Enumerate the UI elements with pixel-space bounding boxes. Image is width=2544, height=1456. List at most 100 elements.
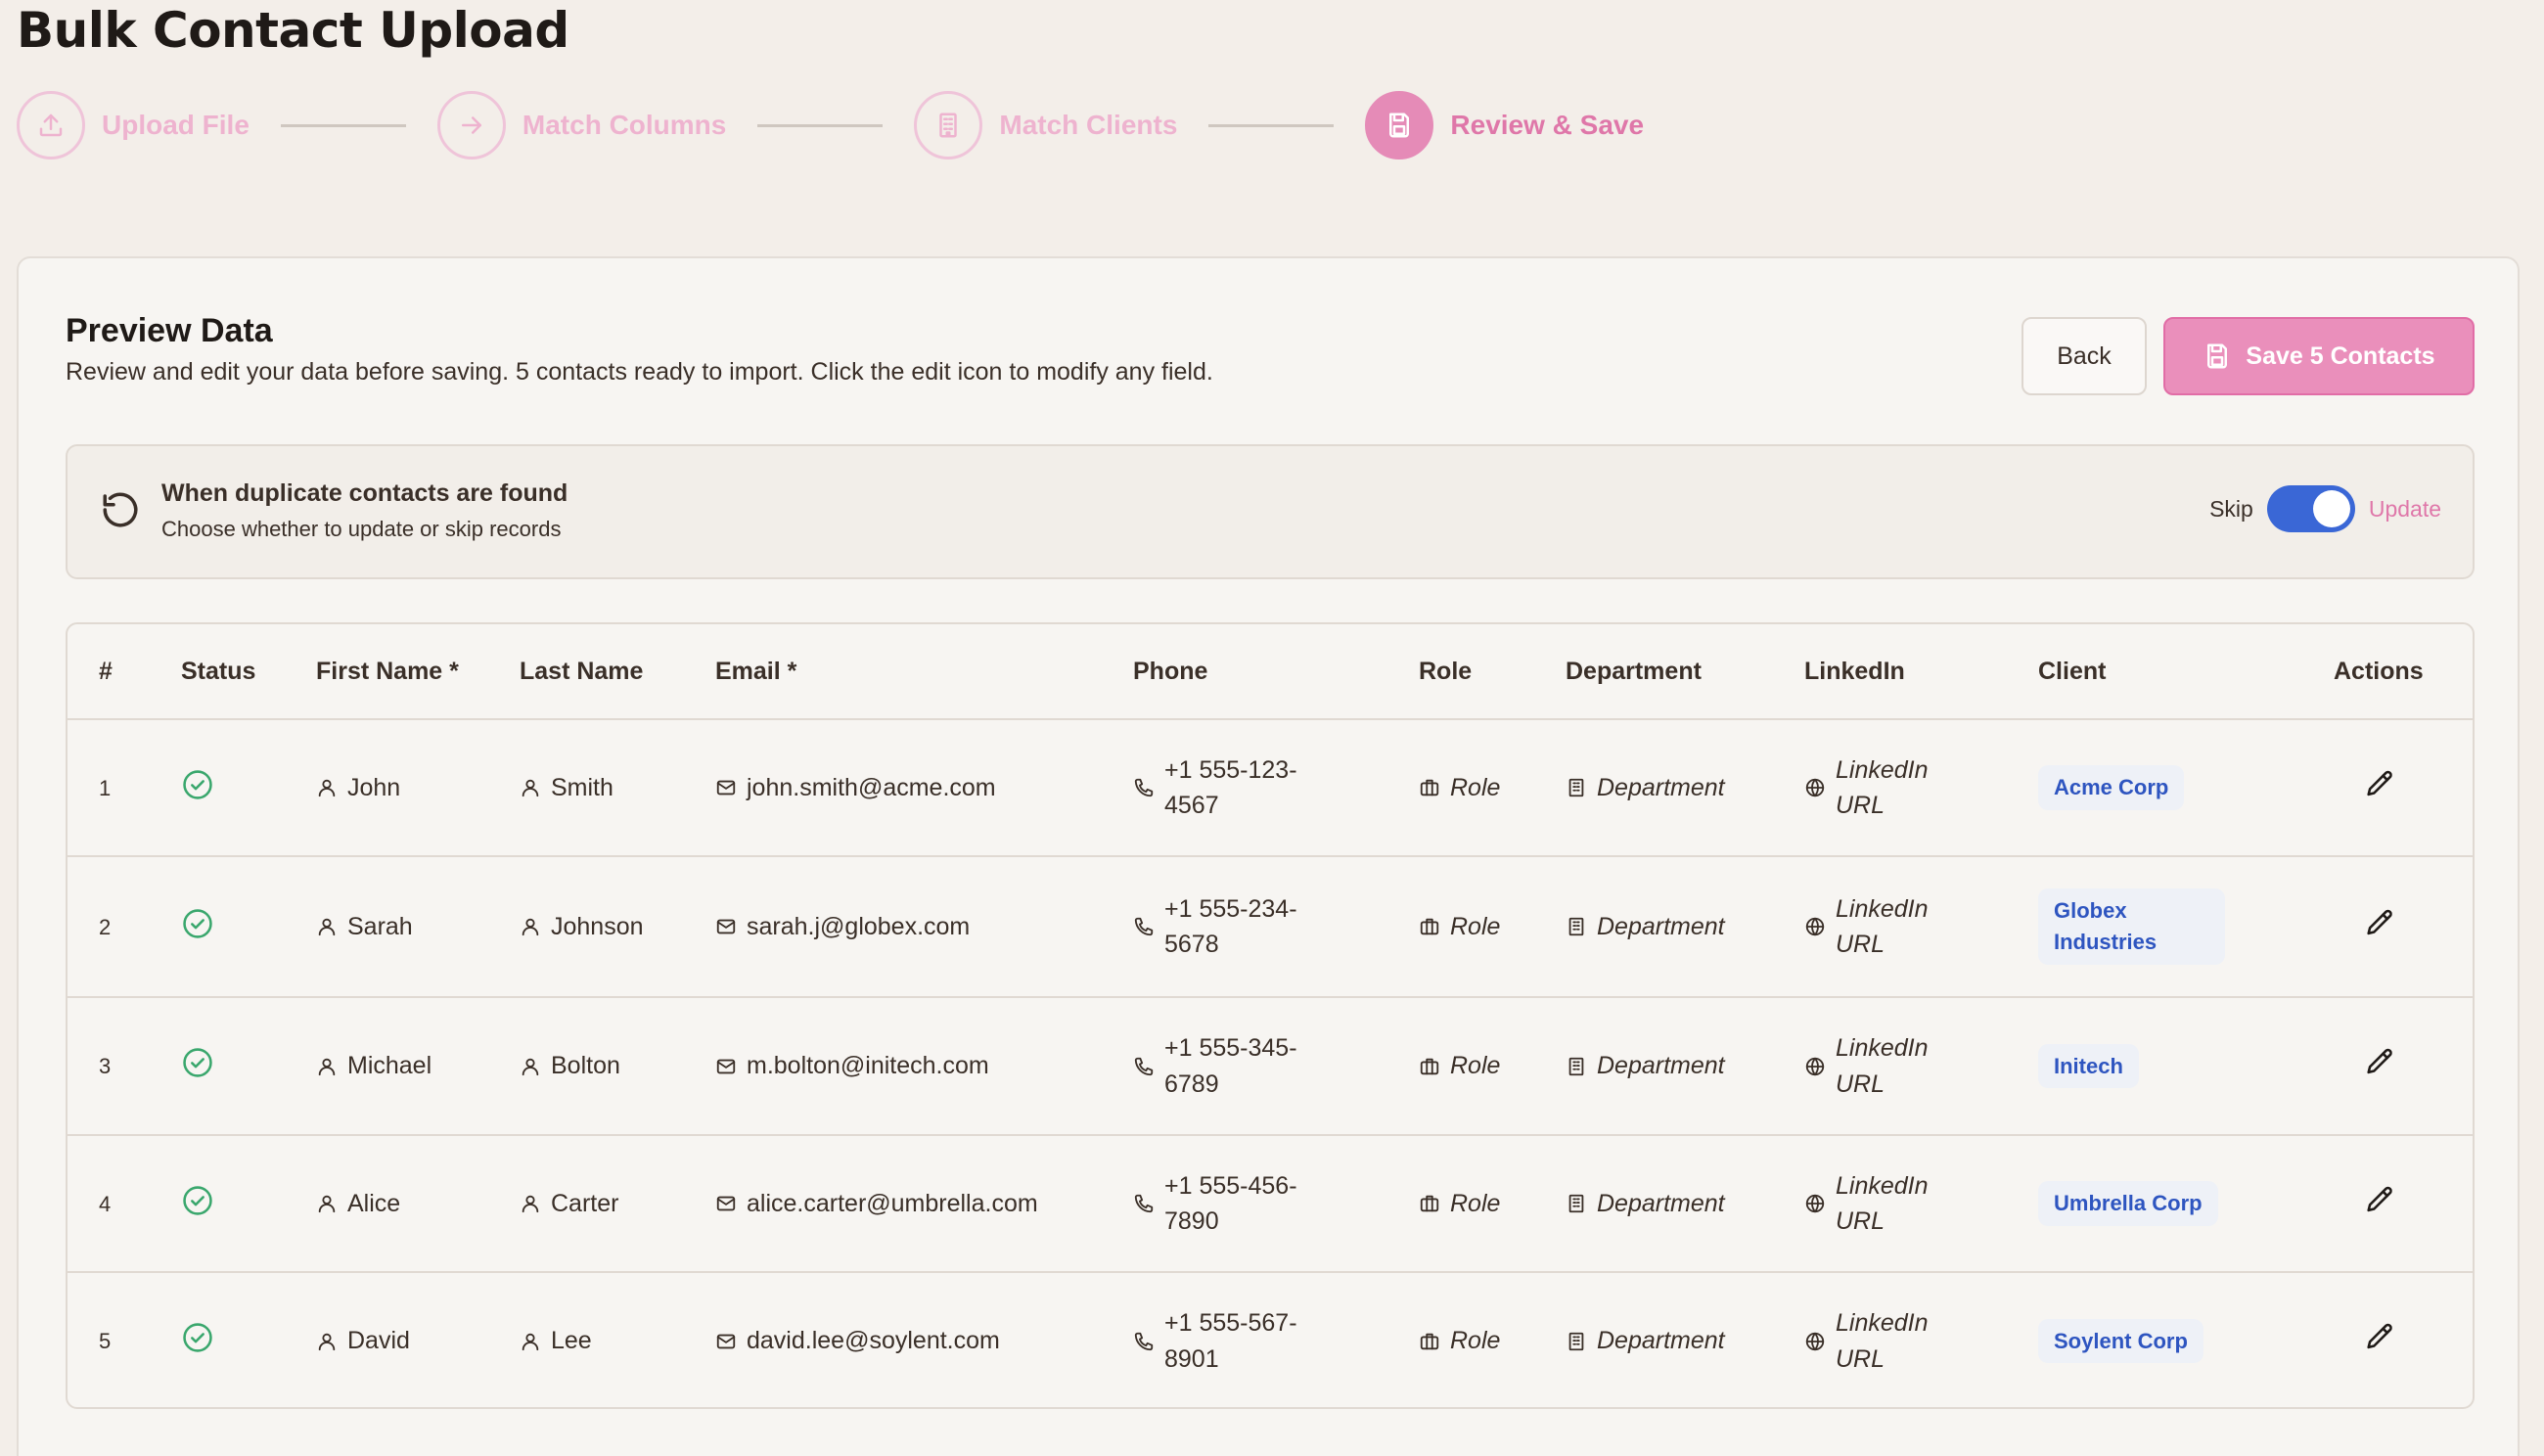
phone-value[interactable]: +1 555-234- 5678 — [1164, 891, 1297, 963]
page-title: Bulk Contact Upload — [17, 2, 569, 59]
email-value[interactable]: sarah.j@globex.com — [747, 913, 970, 941]
col-header-actions: Actions — [2306, 624, 2473, 720]
col-header-client: Client — [2034, 624, 2306, 720]
building-icon — [914, 91, 983, 159]
linkedin-value[interactable]: LinkedIn URL — [1836, 891, 1929, 963]
user-icon — [522, 1058, 539, 1075]
client-badge[interactable]: Soylent Corp — [2038, 1318, 2203, 1364]
mail-icon — [716, 1196, 736, 1211]
duplicate-subtitle: Choose whether to update or skip records — [161, 517, 562, 541]
table-row: 1 John Smith john.smith@acme.com +1 555-… — [68, 719, 2473, 857]
upload-icon — [17, 91, 85, 159]
table-row: 3 Michael Bolton m.bolton@initech.com +1… — [68, 997, 2473, 1136]
step-match-clients[interactable]: Match Clients — [914, 91, 1177, 159]
client-badge[interactable]: Umbrella Corp — [2038, 1181, 2218, 1226]
step-label: Match Columns — [522, 110, 727, 140]
phone-icon — [1134, 1194, 1154, 1213]
col-header-status: Status — [173, 624, 312, 720]
first-name-value[interactable]: Sarah — [347, 913, 413, 941]
email-value[interactable]: m.bolton@initech.com — [747, 1052, 989, 1080]
col-header-linkedin: LinkedIn — [1800, 624, 2034, 720]
preview-description: Review and edit your data before saving.… — [66, 358, 1213, 386]
user-icon — [522, 779, 539, 797]
linkedin-value[interactable]: LinkedIn URL — [1836, 1305, 1929, 1377]
building-icon — [1568, 917, 1584, 936]
pencil-icon[interactable] — [2363, 1184, 2396, 1217]
skip-label: Skip — [2209, 495, 2253, 522]
check-circle-icon — [183, 769, 212, 799]
step-connector — [280, 123, 406, 127]
pencil-icon[interactable] — [2363, 907, 2396, 940]
step-match-columns[interactable]: Match Columns — [436, 91, 727, 159]
step-label: Upload File — [102, 110, 250, 140]
user-icon — [522, 1333, 539, 1350]
role-value[interactable]: Role — [1450, 1190, 1500, 1218]
table-row: 4 Alice Carter alice.carter@umbrella.com… — [68, 1135, 2473, 1273]
first-name-value[interactable]: Michael — [347, 1052, 432, 1080]
email-value[interactable]: alice.carter@umbrella.com — [747, 1190, 1038, 1218]
back-button-label: Back — [2057, 341, 2112, 370]
row-number: 1 — [99, 775, 112, 800]
update-label: Update — [2368, 495, 2441, 522]
first-name-value[interactable]: David — [347, 1327, 410, 1355]
globe-icon — [1805, 1194, 1825, 1213]
last-name-value[interactable]: Lee — [551, 1327, 592, 1355]
toggle-knob — [2312, 490, 2350, 527]
user-icon — [318, 918, 336, 936]
save-icon — [1365, 91, 1434, 159]
department-value[interactable]: Department — [1597, 913, 1725, 941]
pencil-icon[interactable] — [2363, 1046, 2396, 1079]
step-review-save[interactable]: Review & Save — [1365, 91, 1644, 159]
last-name-value[interactable]: Bolton — [551, 1052, 620, 1080]
contacts-table: # Status First Name * Last Name Email * … — [66, 622, 2475, 1409]
user-icon — [318, 1333, 336, 1350]
globe-icon — [1805, 1332, 1825, 1350]
col-header-last-name: Last Name — [518, 624, 713, 720]
globe-icon — [1805, 917, 1825, 936]
email-value[interactable]: john.smith@acme.com — [747, 774, 996, 802]
duplicate-title: When duplicate contacts are found — [161, 479, 568, 507]
email-value[interactable]: david.lee@soylent.com — [747, 1327, 1000, 1355]
department-value[interactable]: Department — [1597, 1052, 1725, 1080]
last-name-value[interactable]: Smith — [551, 774, 613, 802]
step-upload-file[interactable]: Upload File — [17, 91, 250, 159]
client-badge[interactable]: Initech — [2038, 1043, 2139, 1089]
pencil-icon[interactable] — [2363, 768, 2396, 801]
client-badge[interactable]: Acme Corp — [2038, 765, 2185, 810]
first-name-value[interactable]: John — [347, 774, 400, 802]
department-value[interactable]: Department — [1597, 1190, 1725, 1218]
role-value[interactable]: Role — [1450, 774, 1500, 802]
last-name-value[interactable]: Johnson — [551, 913, 644, 941]
phone-value[interactable]: +1 555-345- 6789 — [1164, 1030, 1297, 1102]
save-contacts-button[interactable]: Save 5 Contacts — [2163, 317, 2475, 395]
pencil-icon[interactable] — [2363, 1321, 2396, 1354]
role-value[interactable]: Role — [1450, 913, 1500, 941]
row-number: 3 — [99, 1054, 112, 1078]
globe-icon — [1805, 1057, 1825, 1075]
save-icon — [2207, 343, 2228, 369]
phone-value[interactable]: +1 555-456- 7890 — [1164, 1168, 1297, 1240]
step-connector — [757, 123, 884, 127]
linkedin-value[interactable]: LinkedIn URL — [1836, 1168, 1929, 1240]
first-name-value[interactable]: Alice — [347, 1190, 400, 1218]
last-name-value[interactable]: Carter — [551, 1190, 618, 1218]
table-header-row: # Status First Name * Last Name Email * … — [68, 624, 2473, 720]
department-value[interactable]: Department — [1597, 774, 1725, 802]
skip-update-toggle[interactable] — [2266, 485, 2355, 532]
col-header-department: Department — [1562, 624, 1800, 720]
linkedin-value[interactable]: LinkedIn URL — [1836, 1030, 1929, 1102]
duplicate-toggle-group: Skip Update — [2209, 485, 2441, 532]
phone-value[interactable]: +1 555-567- 8901 — [1164, 1305, 1297, 1377]
client-badge[interactable]: Globex Industries — [2038, 888, 2226, 965]
linkedin-value[interactable]: LinkedIn URL — [1836, 752, 1929, 824]
phone-value[interactable]: +1 555-123- 4567 — [1164, 752, 1297, 824]
user-icon — [522, 1195, 539, 1213]
role-value[interactable]: Role — [1450, 1327, 1500, 1355]
user-icon — [318, 1195, 336, 1213]
department-value[interactable]: Department — [1597, 1327, 1725, 1355]
back-button[interactable]: Back — [2022, 317, 2147, 395]
role-value[interactable]: Role — [1450, 1052, 1500, 1080]
phone-icon — [1134, 917, 1154, 936]
step-label: Review & Save — [1450, 110, 1645, 140]
check-circle-icon — [183, 1048, 212, 1077]
